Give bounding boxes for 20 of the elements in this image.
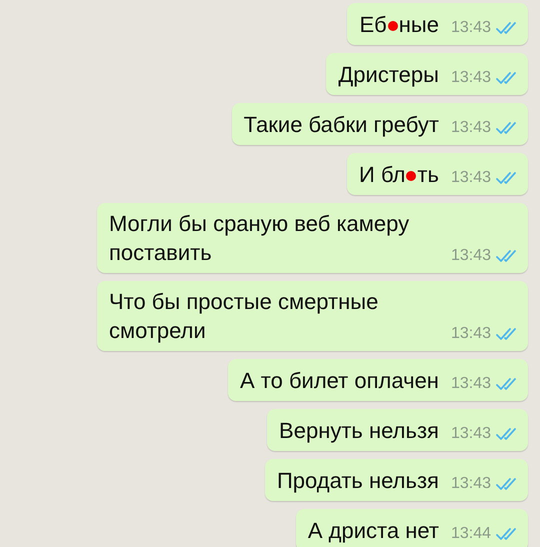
message-text: И бл ть: [359, 161, 439, 189]
message-text: Могли бы сраную веб камеру поставить: [108, 210, 410, 267]
message-text: Дристеры: [338, 61, 439, 89]
message-time: 13:43: [450, 119, 491, 137]
message-time: 13:43: [450, 425, 491, 443]
message-time: 13:43: [450, 69, 491, 87]
message-time: 13:43: [450, 375, 491, 393]
message-time: 13:43: [450, 247, 491, 265]
message-text: Что бы простые смертные смотрели: [108, 288, 380, 345]
message-text: Продать нельзя: [276, 467, 439, 495]
message-text: А то билет оплачен: [240, 367, 439, 395]
message-time: 13:44: [450, 525, 491, 543]
message-time: 13:43: [450, 19, 491, 37]
message-text: Вернуть нельзя: [279, 417, 439, 445]
message-time: 13:43: [450, 169, 491, 187]
message-time: 13:43: [450, 325, 491, 343]
message-text: Такие бабки гребут: [244, 111, 439, 139]
message-time: 13:43: [450, 475, 491, 493]
message-text: А дриста нет: [308, 517, 439, 545]
message-text: Еб ные: [359, 11, 439, 39]
